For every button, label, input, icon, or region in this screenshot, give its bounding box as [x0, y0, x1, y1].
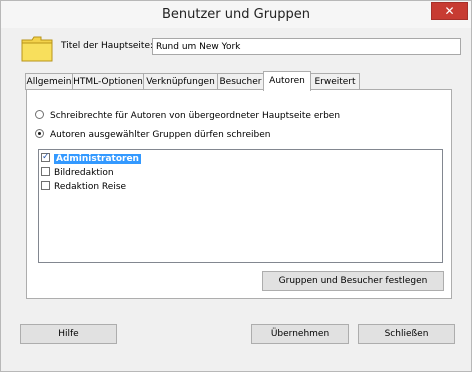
tab-html-optionen[interactable]: HTML-Optionen	[72, 73, 144, 90]
header-area: Titel der Hauptseite:	[9, 28, 464, 66]
list-item-redaktion-reise[interactable]: Redaktion Reise	[41, 181, 126, 194]
tab-autoren[interactable]: Autoren	[263, 71, 311, 91]
radio-selected-groups[interactable]: Autoren ausgewählter Gruppen dürfen schr…	[35, 129, 271, 140]
close-dialog-button[interactable]: Schließen	[358, 324, 455, 344]
list-item-label: Bildredaktion	[54, 168, 114, 178]
homepage-title-input[interactable]	[152, 38, 461, 55]
radio-inherit-label: Schreibrechte für Autoren von übergeordn…	[50, 111, 341, 121]
list-item-label: Administratoren	[54, 154, 141, 164]
dialog-window: Benutzer und Gruppen ✕ Titel der Hauptse…	[0, 0, 472, 372]
radio-button-checked-icon	[35, 129, 44, 138]
groups-listbox[interactable]: Administratoren Bildredaktion Redaktion …	[38, 149, 443, 263]
tab-allgemein[interactable]: Allgemein	[25, 73, 73, 90]
close-button[interactable]: ✕	[431, 2, 468, 20]
apply-button[interactable]: Übernehmen	[251, 324, 349, 344]
checkbox-checked-icon[interactable]	[41, 151, 50, 164]
set-groups-visitors-button[interactable]: Gruppen und Besucher festlegen	[262, 271, 444, 291]
list-item-administratoren[interactable]: Administratoren	[41, 151, 141, 166]
checkbox-icon[interactable]	[41, 167, 50, 176]
tab-verknuepfungen[interactable]: Verknüpfungen	[143, 73, 218, 90]
title-bar: Benutzer und Gruppen ✕	[1, 1, 471, 28]
list-item-bildredaktion[interactable]: Bildredaktion	[41, 167, 114, 180]
checkbox-icon[interactable]	[41, 181, 50, 190]
list-item-label: Redaktion Reise	[54, 182, 127, 192]
authors-panel: Schreibrechte für Autoren von übergeordn…	[26, 89, 452, 299]
folder-icon	[21, 36, 53, 62]
help-button[interactable]: Hilfe	[20, 324, 117, 344]
tab-besucher[interactable]: Besucher	[217, 73, 264, 90]
radio-groups-label: Autoren ausgewählter Gruppen dürfen schr…	[50, 130, 271, 140]
homepage-title-label: Titel der Hauptseite:	[61, 41, 154, 51]
radio-inherit-rights[interactable]: Schreibrechte für Autoren von übergeordn…	[35, 110, 340, 121]
tab-erweitert[interactable]: Erweitert	[310, 73, 360, 90]
window-title: Benutzer und Gruppen	[161, 7, 311, 22]
radio-button-icon	[35, 110, 44, 119]
